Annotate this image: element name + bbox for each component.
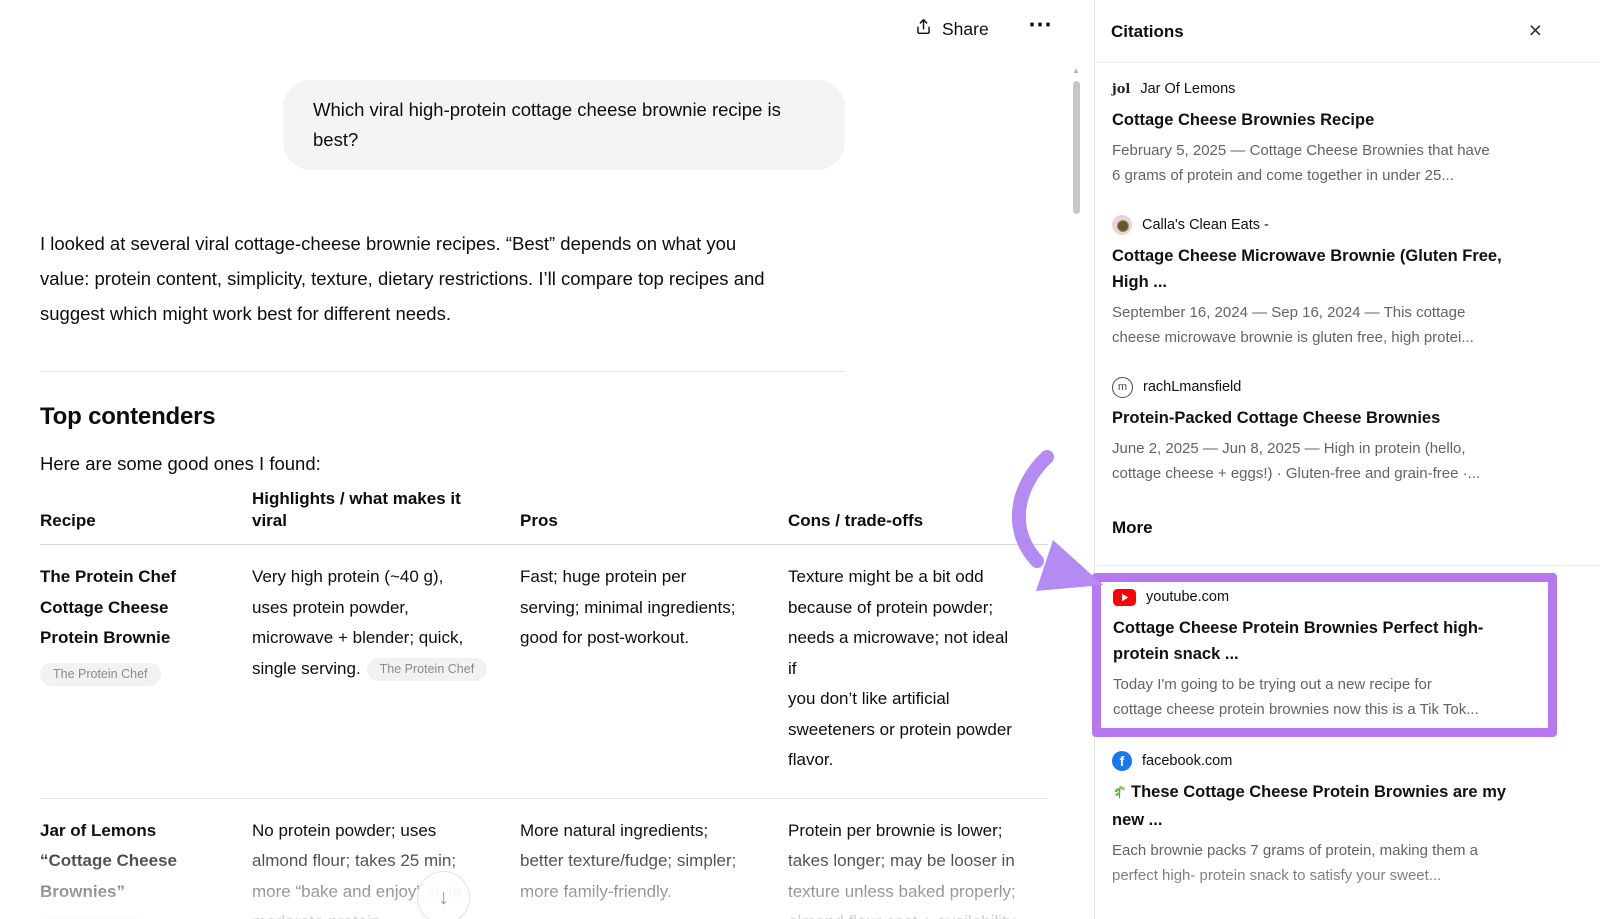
table-row-1-cons: Texture might be a bit odd because of pr… (788, 545, 1048, 799)
section-intro: Here are some good ones I found: (40, 453, 321, 475)
citation-source: Calla's Clean Eats - (1142, 217, 1269, 233)
source-badge[interactable]: The Protein Chef (367, 658, 488, 681)
citation-snippet: Each brownie packs 7 grams of protein, m… (1112, 838, 1558, 888)
arrow-down-icon: ↓ (438, 886, 449, 909)
citation-youtube[interactable]: youtube.com Cottage Cheese Protein Brown… (1113, 586, 1540, 722)
table-row-1-pros: Fast; huge protein per serving; minimal … (520, 545, 788, 799)
section-divider (40, 371, 845, 372)
citations-panel: Citations × jol Jar Of Lemons Cottage Ch… (1094, 0, 1600, 919)
citation-title: Cottage Cheese Protein Brownies Perfect … (1113, 615, 1540, 667)
citations-list: jol Jar Of Lemons Cottage Cheese Brownie… (1095, 63, 1600, 888)
table-row-2-recipe: Jar of Lemons “Cottage Cheese Brownies” … (40, 799, 252, 919)
section-heading: Top contenders (40, 403, 215, 431)
highlight-annotation-box: youtube.com Cottage Cheese Protein Brown… (1092, 573, 1557, 737)
citation-source: Jar Of Lemons (1140, 81, 1235, 97)
table-header-cons: Cons / trade-offs (788, 510, 1048, 545)
more-options-button[interactable]: ⋯ (1028, 13, 1052, 37)
chat-scrollbar-thumb[interactable] (1073, 81, 1080, 214)
table-header-highlights: Highlights / what makes it viral (252, 488, 520, 545)
chat-area: Share ⋯ Which viral high-protein cottage… (0, 0, 1094, 919)
table-row-2-cons: Protein per brownie is lower; takes long… (788, 799, 1048, 919)
citation-title: Cottage Cheese Microwave Brownie (Gluten… (1112, 243, 1558, 295)
table-row-2-highlights: No protein powder; uses almond flour; ta… (252, 799, 520, 919)
citation-rachlmansfield[interactable]: m rachLmansfield Protein-Packed Cottage … (1112, 376, 1558, 486)
table-row-2-pros: More natural ingredients; better texture… (520, 799, 788, 919)
scrollbar-up-arrow-icon[interactable]: ▲ (1071, 66, 1081, 75)
app-window: Share ⋯ Which viral high-protein cottage… (0, 0, 1600, 919)
share-button[interactable]: Share (914, 17, 989, 41)
table-header-recipe: Recipe (40, 510, 252, 545)
user-message-bubble: Which viral high-protein cottage cheese … (283, 80, 845, 170)
citation-source: youtube.com (1146, 589, 1229, 605)
citation-title: These Cottage Cheese Protein Brownies ar… (1112, 779, 1558, 833)
citation-callas-clean-eats[interactable]: Calla's Clean Eats - Cottage Cheese Micr… (1112, 214, 1558, 350)
youtube-icon (1113, 589, 1136, 606)
rachlmansfield-favicon: m (1112, 377, 1133, 398)
source-badge[interactable]: The Protein Chef (40, 663, 161, 686)
share-label: Share (942, 19, 989, 40)
citation-jar-of-lemons[interactable]: jol Jar Of Lemons Cottage Cheese Brownie… (1112, 78, 1558, 188)
table-row-1-highlights: Very high protein (~40 g), uses protein … (252, 545, 520, 799)
citation-title: Cottage Cheese Brownies Recipe (1112, 107, 1558, 133)
citation-source: rachLmansfield (1143, 379, 1241, 395)
close-icon[interactable]: × (1529, 16, 1542, 44)
facebook-icon: f (1112, 751, 1132, 771)
user-message-text: Which viral high-protein cottage cheese … (313, 99, 781, 150)
scroll-to-bottom-button[interactable]: ↓ (417, 871, 470, 919)
panel-divider (1094, 565, 1600, 566)
ellipsis-icon: ⋯ (1028, 11, 1052, 38)
share-icon (914, 17, 933, 41)
citations-panel-header: Citations × (1095, 0, 1600, 63)
jar-of-lemons-favicon: jol (1112, 82, 1130, 97)
citation-snippet: September 16, 2024 — Sep 16, 2024 — This… (1112, 300, 1558, 350)
herb-leaf-icon (1112, 781, 1127, 807)
assistant-intro-paragraph: I looked at several viral cottage-cheese… (40, 226, 850, 331)
citation-snippet: February 5, 2025 — Cottage Cheese Browni… (1112, 138, 1558, 188)
comparison-table: Recipe Highlights / what makes it viral … (40, 488, 1048, 919)
citation-source: facebook.com (1142, 753, 1232, 769)
table-row-1-recipe: The Protein Chef Cottage Cheese Protein … (40, 545, 252, 799)
callas-clean-eats-favicon (1112, 215, 1132, 235)
citation-snippet: June 2, 2025 — Jun 8, 2025 — High in pro… (1112, 436, 1558, 486)
citation-title: Protein-Packed Cottage Cheese Brownies (1112, 405, 1558, 431)
citation-facebook[interactable]: f facebook.com These Cottage Cheese Prot… (1112, 750, 1558, 888)
citations-title: Citations (1111, 22, 1184, 42)
citation-snippet: Today I'm going to be trying out a new r… (1113, 672, 1540, 722)
table-header-pros: Pros (520, 510, 788, 545)
more-section-label[interactable]: More (1112, 518, 1558, 538)
